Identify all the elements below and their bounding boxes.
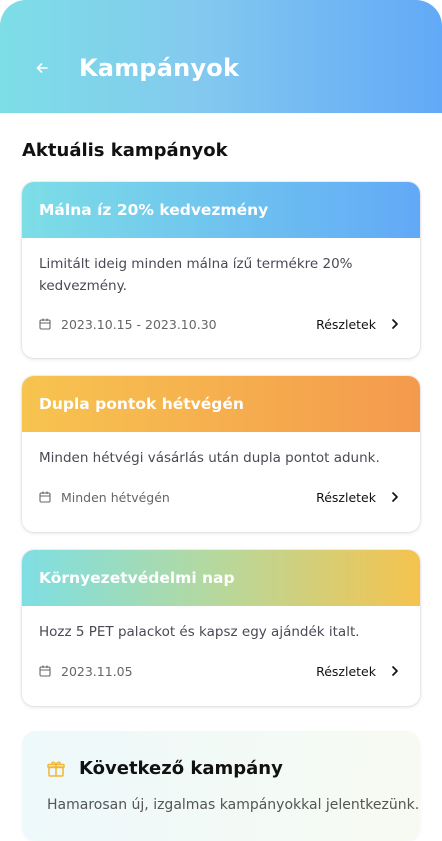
details-label: Részletek [316, 316, 376, 332]
calendar-icon [39, 318, 51, 330]
chevron-right-icon [390, 665, 400, 677]
next-campaign-title: Következő kampány [79, 758, 283, 779]
campaign-meta: 2023.10.15 - 2023.10.30 Részletek [39, 314, 400, 334]
campaign-description: Hozz 5 PET palackot és kapsz egy ajándék… [39, 624, 360, 640]
calendar-icon [39, 491, 51, 503]
back-button[interactable] [31, 57, 53, 79]
campaign-card-header: Környezetvédelmi nap [22, 550, 420, 606]
gift-icon [47, 760, 65, 778]
campaign-date: 2023.11.05 [61, 663, 133, 679]
chevron-right-icon [390, 318, 400, 330]
campaign-title: Környezetvédelmi nap [39, 569, 235, 587]
campaign-meta: Minden hétvégén Részletek [39, 487, 400, 507]
next-campaign-text: Hamarosan új, izgalmas kampányokkal jele… [47, 797, 420, 813]
next-campaign-card: Következő kampány Hamarosan új, izgalmas… [22, 731, 420, 841]
campaign-title: Málna íz 20% kedvezmény [39, 201, 269, 219]
campaign-description: Minden hétvégi vásárlás után dupla ponto… [39, 450, 380, 466]
campaign-description: Limitált ideig minden málna ízű termékre… [39, 256, 353, 294]
campaign-date: Minden hétvégén [61, 489, 170, 505]
arrow-left-icon [36, 63, 48, 73]
campaign-card-header: Málna íz 20% kedvezmény [22, 182, 420, 238]
details-label: Részletek [316, 663, 376, 679]
campaign-card-raspberry[interactable]: Málna íz 20% kedvezmény Limitált ideig m… [22, 182, 420, 358]
campaign-date: 2023.10.15 - 2023.10.30 [61, 316, 217, 332]
details-button[interactable]: Részletek [316, 487, 400, 507]
details-label: Részletek [316, 489, 376, 505]
campaign-card-eco-day[interactable]: Környezetvédelmi nap Hozz 5 PET palackot… [22, 550, 420, 706]
section-title: Aktuális kampányok [22, 140, 228, 161]
campaign-card-header: Dupla pontok hétvégén [22, 376, 420, 432]
page-title: Kampányok [79, 54, 240, 82]
calendar-icon [39, 665, 51, 677]
campaign-meta: 2023.11.05 Részletek [39, 661, 400, 681]
campaign-title: Dupla pontok hétvégén [39, 395, 244, 413]
page-header: Kampányok [0, 0, 442, 113]
chevron-right-icon [390, 491, 400, 503]
details-button[interactable]: Részletek [316, 661, 400, 681]
details-button[interactable]: Részletek [316, 314, 400, 334]
campaign-card-double-points[interactable]: Dupla pontok hétvégén Minden hétvégi vás… [22, 376, 420, 532]
